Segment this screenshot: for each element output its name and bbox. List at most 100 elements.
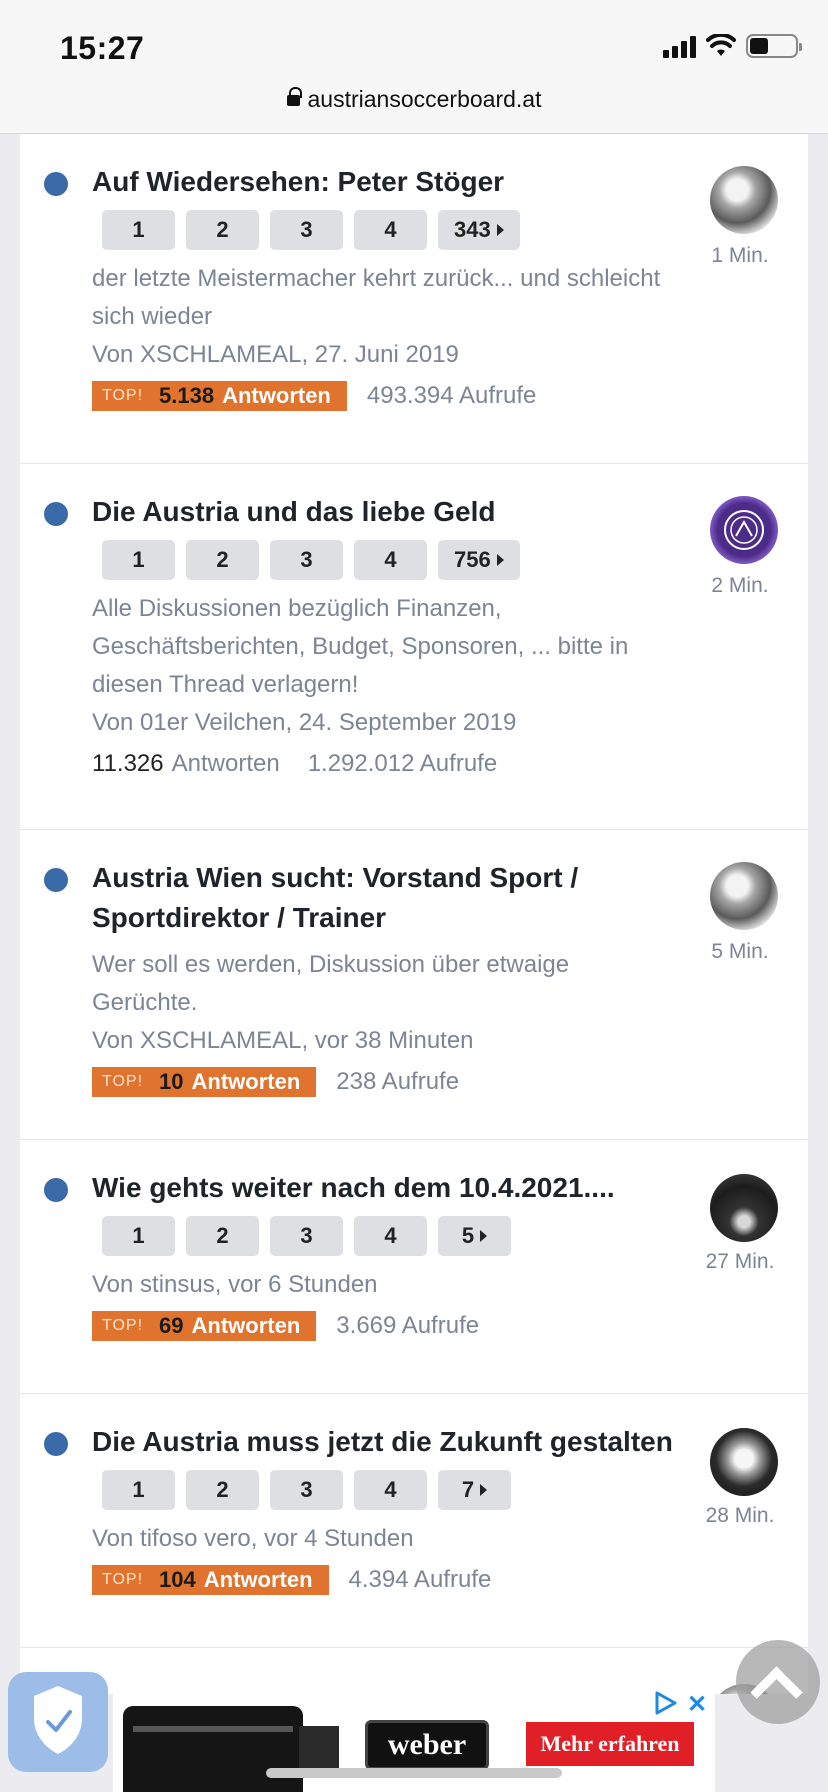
last-page-label: 5	[461, 1223, 475, 1248]
topic-stats: TOP! 10 Antworten 238 Aufrufe	[92, 1062, 678, 1102]
unread-dot-icon	[44, 1432, 68, 1456]
page-button[interactable]: 4	[354, 1216, 427, 1256]
avatar[interactable]	[710, 1174, 778, 1242]
battery-icon	[746, 34, 802, 58]
page-button[interactable]: 1	[102, 1470, 175, 1510]
topic-description: der letzte Meistermacher kehrt zurück...…	[92, 265, 661, 330]
last-page-button[interactable]: 5	[438, 1216, 511, 1256]
page-button[interactable]: 4	[354, 1470, 427, 1510]
wifi-icon	[706, 34, 736, 56]
pagination: 1 2 3 4 5	[102, 1216, 678, 1256]
last-post-time[interactable]: 5 Min.	[694, 940, 786, 964]
topic-row[interactable]: Die Austria und das liebe Geld 1 2 3 4 7…	[20, 464, 808, 830]
url-bar[interactable]: austriansoccerboard.at	[0, 86, 828, 113]
topic-author[interactable]: Von 01er Veilchen, 24. September 2019	[92, 704, 678, 742]
caret-right-icon	[480, 1230, 488, 1242]
unread-dot-icon	[44, 172, 68, 196]
top-badge: TOP! 104 Antworten	[92, 1565, 329, 1595]
page-button[interactable]: 3	[270, 210, 343, 250]
scroll-to-top-button[interactable]	[736, 1640, 820, 1724]
reply-count: 11.326	[92, 750, 164, 777]
avatar[interactable]	[710, 496, 778, 564]
topic-row[interactable]: Die Austria muss jetzt die Zukunft gesta…	[20, 1394, 808, 1648]
topic-title[interactable]: Wie gehts weiter nach dem 10.4.2021....	[92, 1168, 678, 1208]
club-logo-icon	[724, 510, 764, 550]
adchoices-icon[interactable]	[653, 1690, 679, 1716]
topic-author[interactable]: Von stinsus, vor 6 Stunden	[92, 1266, 678, 1304]
browser-top-bar: 15:27 austriansoccerboard.at	[0, 0, 828, 134]
top-badge: TOP! 10 Antworten	[92, 1067, 317, 1097]
topic-title[interactable]: Die Austria muss jetzt die Zukunft gesta…	[92, 1422, 678, 1462]
last-page-label: 7	[461, 1477, 475, 1502]
topic-row[interactable]: Austria Wien sucht: Vorstand Sport / Spo…	[20, 830, 808, 1140]
page-button[interactable]: 4	[354, 540, 427, 580]
topic-author[interactable]: Von XSCHLAMEAL, 27. Juni 2019	[92, 336, 678, 374]
top-badge: TOP! 5.138 Antworten	[92, 381, 347, 411]
page-button[interactable]: 2	[186, 1470, 259, 1510]
shield-button[interactable]	[8, 1672, 108, 1772]
reply-count: 104	[159, 1567, 196, 1592]
top-badge: TOP! 69 Antworten	[92, 1311, 317, 1341]
reply-count: 69	[159, 1313, 184, 1338]
last-post-time[interactable]: 28 Min.	[694, 1504, 786, 1528]
reply-label: Antworten	[222, 383, 331, 408]
lock-icon	[286, 86, 302, 109]
last-page-button[interactable]: 7	[438, 1470, 511, 1510]
topic-stats: TOP! 5.138 Antworten 493.394 Aufrufe	[92, 376, 678, 416]
url-text: austriansoccerboard.at	[307, 86, 542, 112]
page-button[interactable]: 2	[186, 1216, 259, 1256]
caret-right-icon	[496, 554, 504, 566]
last-post-time[interactable]: 2 Min.	[694, 574, 786, 598]
reply-count: 10	[159, 1069, 184, 1094]
topic-author[interactable]: Von tifoso vero, vor 4 Stunden	[92, 1520, 678, 1558]
last-page-label: 756	[454, 547, 491, 572]
page-button[interactable]: 3	[270, 1470, 343, 1510]
avatar[interactable]	[710, 166, 778, 234]
topic-author[interactable]: Von XSCHLAMEAL, vor 38 Minuten	[92, 1022, 678, 1060]
ad-cta-button[interactable]: Mehr erfahren	[526, 1722, 694, 1766]
avatar[interactable]	[710, 862, 778, 930]
shield-check-icon	[34, 1686, 82, 1754]
cellular-signal-icon	[663, 34, 696, 58]
reply-label: Antworten	[191, 1069, 301, 1094]
reply-count: 5.138	[159, 383, 215, 408]
page-button[interactable]: 1	[102, 540, 175, 580]
page-button[interactable]: 1	[102, 1216, 175, 1256]
status-time: 15:27	[60, 30, 145, 66]
topic-row-partial[interactable]	[20, 1648, 808, 1694]
grill-image	[123, 1706, 303, 1792]
topic-title[interactable]: Austria Wien sucht: Vorstand Sport / Spo…	[92, 858, 678, 938]
page-button[interactable]: 2	[186, 210, 259, 250]
page-button[interactable]: 3	[270, 1216, 343, 1256]
top-tag: TOP!	[102, 387, 144, 404]
topic-description: Alle Diskussionen bezüglich Finanzen, Ge…	[92, 595, 629, 698]
last-post-time[interactable]: 1 Min.	[694, 244, 786, 268]
avatar[interactable]	[710, 1428, 778, 1496]
view-count: 238 Aufrufe	[336, 1068, 460, 1095]
top-tag: TOP!	[102, 1073, 144, 1090]
pagination: 1 2 3 4 343	[102, 210, 678, 250]
last-page-button[interactable]: 343	[438, 210, 520, 250]
page-button[interactable]: 2	[186, 540, 259, 580]
reply-label: Antworten	[203, 1567, 313, 1592]
last-page-button[interactable]: 756	[438, 540, 520, 580]
page-button[interactable]: 4	[354, 210, 427, 250]
topic-stats: TOP! 69 Antworten 3.669 Aufrufe	[92, 1306, 678, 1346]
topic-description: Wer soll es werden, Diskussion über etwa…	[92, 951, 570, 1016]
caret-right-icon	[480, 1484, 488, 1496]
last-post-time[interactable]: 27 Min.	[694, 1250, 786, 1274]
reply-label: Antworten	[191, 1313, 301, 1338]
view-count: 493.394 Aufrufe	[366, 382, 537, 409]
page-button[interactable]: 3	[270, 540, 343, 580]
caret-right-icon	[496, 224, 504, 236]
unread-dot-icon	[44, 502, 68, 526]
topic-stats: TOP! 104 Antworten 4.394 Aufrufe	[92, 1560, 678, 1600]
page-button[interactable]: 1	[102, 210, 175, 250]
topic-row[interactable]: Auf Wiedersehen: Peter Stöger 1 2 3 4 34…	[20, 134, 808, 464]
view-count: 3.669 Aufrufe	[336, 1312, 480, 1339]
topic-title[interactable]: Die Austria und das liebe Geld	[92, 492, 678, 532]
ad-close-icon[interactable]: ✕	[687, 1690, 707, 1719]
topic-title[interactable]: Auf Wiedersehen: Peter Stöger	[92, 162, 678, 202]
reply-label: Antworten	[171, 750, 280, 777]
topic-row[interactable]: Wie gehts weiter nach dem 10.4.2021.... …	[20, 1140, 808, 1394]
